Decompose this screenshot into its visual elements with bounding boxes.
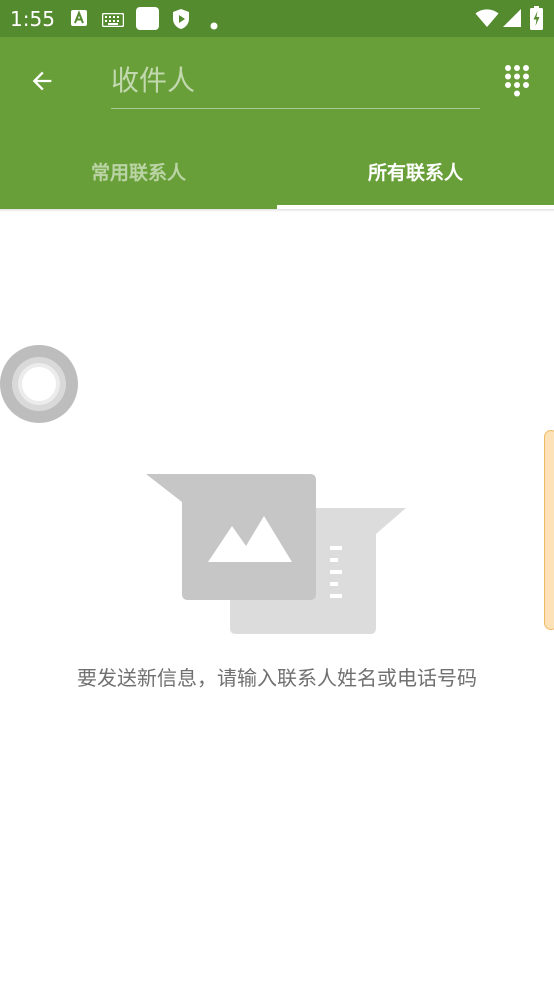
wifi-icon: [475, 8, 499, 32]
dot-icon: [210, 15, 218, 34]
tab-all-contacts-label: 所有联系人: [367, 161, 463, 184]
square-notification-icon: [136, 7, 159, 34]
arrow-back-icon: [32, 71, 52, 91]
dialpad-button[interactable]: [494, 57, 540, 105]
tab-all-contacts[interactable]: 所有联系人: [277, 133, 554, 209]
status-time: 1:55: [10, 7, 55, 31]
app-bar: 常用联系人 所有联系人: [0, 37, 554, 209]
recipient-input[interactable]: [111, 53, 480, 109]
tab-frequent-contacts-label: 常用联系人: [90, 161, 186, 184]
message-image-icon: [146, 472, 408, 636]
status-bar: 1:55: [0, 0, 554, 37]
edge-panel-handle[interactable]: [544, 430, 554, 630]
tab-frequent-contacts[interactable]: 常用联系人: [0, 133, 277, 209]
floating-assist-button[interactable]: [0, 345, 78, 423]
keyboard-icon: [101, 12, 125, 31]
battery-charging-icon: [530, 6, 543, 34]
shield-play-icon: [171, 8, 191, 34]
signal-icon: [502, 8, 522, 32]
contact-tabs: 常用联系人 所有联系人: [0, 133, 554, 209]
empty-state-message: 要发送新信息，请输入联系人姓名或电话号码: [77, 666, 477, 690]
new-message-screen: 1:55 收件人 常用联系人 所有联系人 要发送新信息，请输入联系人姓名或电话号…: [0, 0, 554, 985]
dialpad-icon: [505, 65, 529, 97]
back-button[interactable]: [18, 59, 66, 103]
a-notification-icon: [70, 9, 88, 31]
app-bar-shadow: [0, 209, 554, 212]
